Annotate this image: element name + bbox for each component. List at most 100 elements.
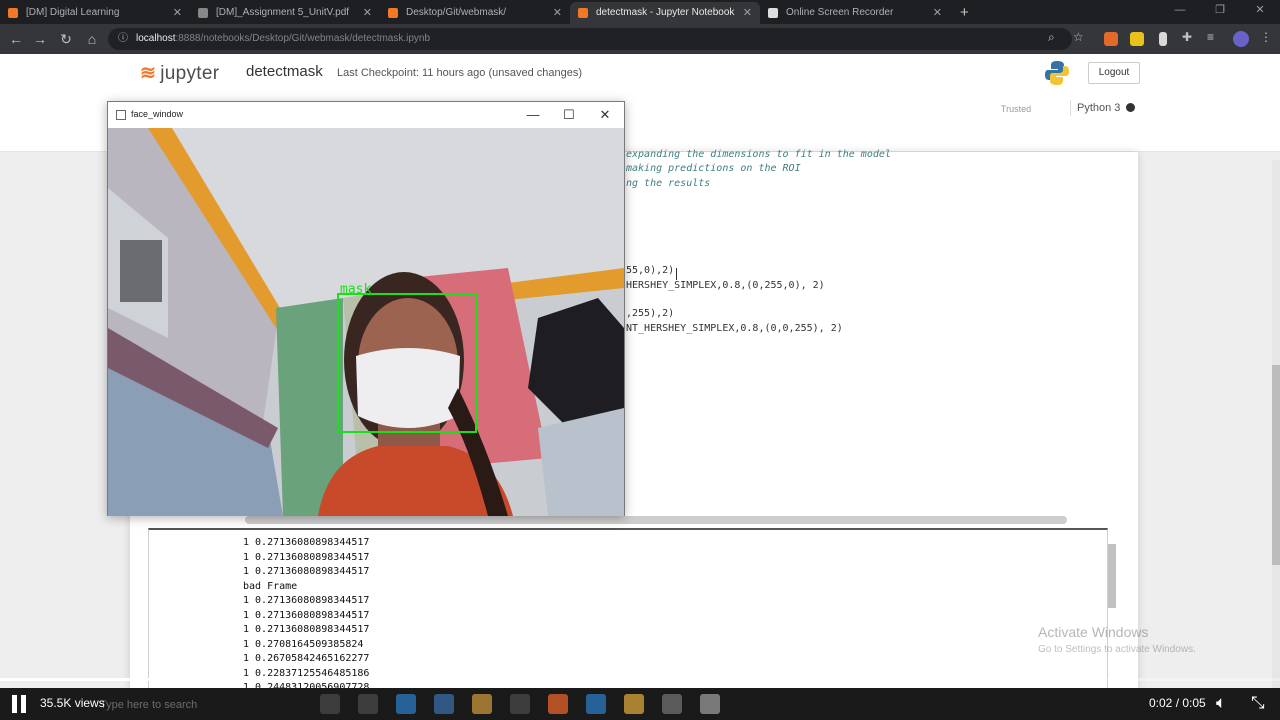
zoom-search-icon[interactable]: ⌕ xyxy=(1048,30,1055,45)
face-window[interactable]: face_window — ☐ ✕ mask xyxy=(107,101,625,516)
output-line: 1 0.27136080898344517 xyxy=(243,537,370,548)
profile-avatar[interactable] xyxy=(1233,31,1249,47)
pause-button[interactable] xyxy=(10,695,28,713)
jupyter-logo-text: jupyter xyxy=(160,63,220,84)
tab-close-icon[interactable]: ✕ xyxy=(173,2,182,24)
text-cursor xyxy=(676,268,677,280)
page-scrollbar-thumb[interactable] xyxy=(1272,365,1280,565)
python-logo-icon xyxy=(1045,61,1069,85)
player-controls: Type here to search 35.5K views 0:02 / 0… xyxy=(0,688,1280,720)
output-line: 1 0.27136080898344517 xyxy=(243,609,370,621)
pause-icon xyxy=(12,695,17,713)
trusted-indicator[interactable]: Trusted xyxy=(990,101,1042,117)
output-lines: 1 0.27136080898344517 1 0.271360808983445… xyxy=(149,530,1107,696)
chrome-icon[interactable] xyxy=(624,694,644,714)
cortana-icon[interactable] xyxy=(320,694,340,714)
close-icon[interactable]: ✕ xyxy=(590,105,620,125)
face-window-titlebar[interactable]: face_window — ☐ ✕ xyxy=(108,102,624,128)
code-line: HERSHEY_SIMPLEX,0.8,(0,255,0), 2) xyxy=(626,280,825,291)
code-line: expanding the dimensions to fit in the m… xyxy=(626,149,891,160)
output-line: 1 0.26705842465162277 xyxy=(243,653,370,664)
output-line: 1 0.2708164509385824 xyxy=(243,638,364,650)
minimize-icon[interactable]: — xyxy=(518,105,548,125)
output-scrollbar[interactable] xyxy=(1108,544,1116,608)
code-line: 55,0),2) xyxy=(626,265,675,276)
bookmark-star-icon[interactable]: ☆ xyxy=(1073,30,1084,44)
task-view-icon[interactable] xyxy=(358,694,378,714)
settings-icon[interactable] xyxy=(662,694,682,714)
code-line: ng the results xyxy=(626,178,711,189)
tab-close-icon[interactable]: ✕ xyxy=(363,2,372,24)
file-explorer-icon[interactable] xyxy=(472,694,492,714)
minimize-icon[interactable]: — xyxy=(1160,0,1200,24)
jupyter-logo[interactable]: ≋ jupyter xyxy=(140,62,219,85)
vscode-icon[interactable] xyxy=(586,694,606,714)
taskbar-icons xyxy=(320,694,720,714)
tab-close-icon[interactable]: ✕ xyxy=(933,2,942,24)
maximize-icon[interactable]: ❐ xyxy=(1200,0,1240,24)
puzzle-extensions-icon[interactable]: ✚ xyxy=(1182,30,1192,44)
output-line: 1 0.27136080898344517 xyxy=(243,551,370,563)
forward-arrow-icon[interactable]: → xyxy=(30,29,50,49)
detection-label: mask xyxy=(340,282,372,297)
browser-tab-webmask-folder[interactable]: Desktop/Git/webmask/ ✕ xyxy=(380,2,570,24)
activate-windows-watermark: Activate Windows xyxy=(1038,624,1149,640)
view-count: 35.5K views xyxy=(40,696,105,710)
tab-favicon-icon xyxy=(388,8,398,18)
reload-icon[interactable]: ↻ xyxy=(56,29,76,49)
kernel-busy-icon xyxy=(1126,103,1136,112)
url-path: :8888/notebooks/Desktop/Git/webmask/dete… xyxy=(175,33,431,44)
activate-windows-subtitle: Go to Settings to activate Windows. xyxy=(1038,644,1196,655)
output-area: 1 0.27136080898344517 1 0.271360808983445… xyxy=(148,528,1108,698)
video-frame: [DM] Digital Learning ✕ [DM]_Assignment … xyxy=(0,0,1280,720)
window-app-icon xyxy=(116,110,126,120)
checkpoint-status: Last Checkpoint: 11 hours ago (unsaved c… xyxy=(337,67,583,79)
browser-tab-digital-learning[interactable]: [DM] Digital Learning ✕ xyxy=(0,2,190,24)
edge-icon[interactable] xyxy=(396,694,416,714)
playback-time: 0:02 / 0:05 xyxy=(1149,696,1206,710)
address-bar[interactable]: ⓘ localhost:8888/notebooks/Desktop/Git/w… xyxy=(108,28,1072,50)
kernel-indicator[interactable]: Python 3 xyxy=(1070,100,1136,116)
page-scrollbar[interactable] xyxy=(1272,160,1280,690)
browser-tab-screen-recorder[interactable]: Online Screen Recorder ✕ xyxy=(760,2,950,24)
browser-tab-detectmask[interactable]: detectmask - Jupyter Notebook ✕ xyxy=(570,2,760,24)
output-line: 1 0.27136080898344517 xyxy=(243,595,370,606)
firefox-icon[interactable] xyxy=(548,694,568,714)
info-icon[interactable]: ⓘ xyxy=(118,28,128,50)
webcam-image xyxy=(108,128,624,516)
back-arrow-icon[interactable]: ← xyxy=(6,29,26,49)
pause-icon xyxy=(21,695,26,713)
new-tab-button[interactable]: + xyxy=(950,2,979,24)
volume-icon[interactable]: 🔈︎ xyxy=(1216,693,1226,713)
output-line: 1 0.27136080898344517 xyxy=(243,566,370,577)
menu-kebab-icon[interactable]: ⋮ xyxy=(1260,30,1272,44)
tab-label: [DM] Digital Learning xyxy=(26,7,120,18)
tab-close-icon[interactable]: ✕ xyxy=(553,2,562,24)
extension-icon[interactable] xyxy=(1159,32,1167,46)
jupyter-header: ≋ jupyter detectmask Last Checkpoint: 11 … xyxy=(0,54,1280,94)
notebook-name[interactable]: detectmask xyxy=(246,63,323,80)
video-progress-bar[interactable] xyxy=(0,678,1280,681)
store-icon[interactable] xyxy=(510,694,530,714)
tab-favicon-icon xyxy=(198,8,208,18)
close-icon[interactable]: ✕ xyxy=(1240,0,1280,24)
home-icon[interactable]: ⌂ xyxy=(82,29,102,49)
tab-label: detectmask - Jupyter Notebook xyxy=(596,7,735,18)
url-host: localhost xyxy=(136,33,176,44)
notepad-icon[interactable] xyxy=(700,694,720,714)
media-controls-icon[interactable]: ≡ xyxy=(1207,30,1214,44)
extension-icon[interactable] xyxy=(1130,32,1144,46)
logout-button[interactable]: Logout xyxy=(1088,62,1140,84)
tab-label: Desktop/Git/webmask/ xyxy=(406,7,507,18)
browser-tab-assignment-pdf[interactable]: [DM]_Assignment 5_UnitV.pdf ✕ xyxy=(190,2,380,24)
exit-fullscreen-icon[interactable]: ⤡ xyxy=(1251,693,1265,713)
maximize-icon[interactable]: ☐ xyxy=(554,105,584,125)
browser-tab-strip: [DM] Digital Learning ✕ [DM]_Assignment … xyxy=(0,0,1280,24)
taskbar-search-hint: Type here to search xyxy=(100,699,198,711)
kernel-name: Python 3 xyxy=(1077,102,1121,114)
tab-close-icon[interactable]: ✕ xyxy=(743,2,752,24)
mail-icon[interactable] xyxy=(434,694,454,714)
extension-icon[interactable] xyxy=(1104,32,1118,46)
horizontal-scrollbar[interactable] xyxy=(245,516,1067,524)
jupyter-orbit-icon: ≋ xyxy=(140,63,157,84)
